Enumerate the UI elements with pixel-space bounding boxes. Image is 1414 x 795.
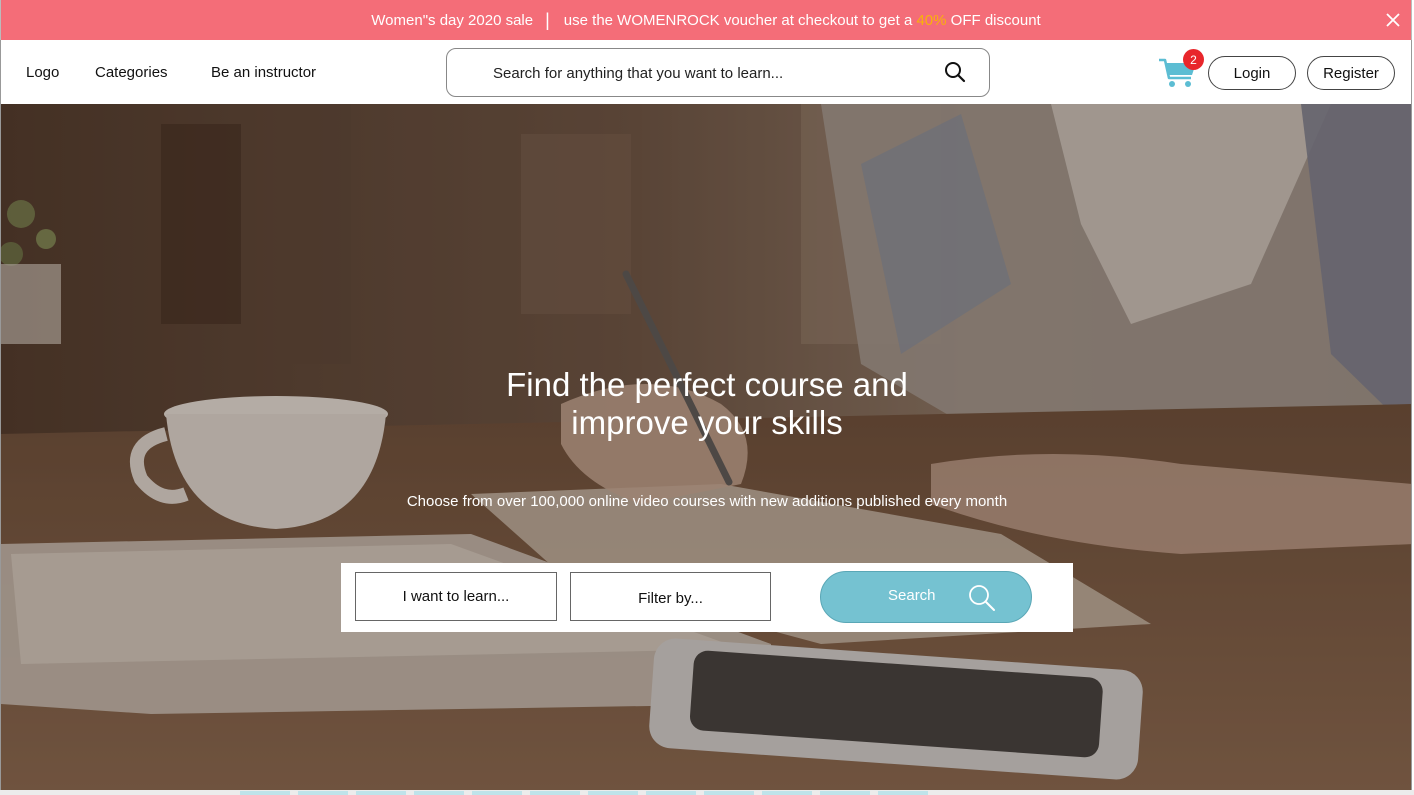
close-icon[interactable] (1385, 12, 1401, 28)
promo-banner: Women"s day 2020 sale | use the WOMENROC… (0, 0, 1412, 40)
hero-title-line1: Find the perfect course and (506, 366, 908, 403)
hero-background-image (1, 104, 1411, 790)
promo-discount-highlight: 40% (916, 11, 947, 29)
hero-section: Find the perfect course and improve your… (0, 104, 1412, 790)
hero-title: Find the perfect course and improve your… (407, 366, 1007, 442)
hero-search-label: Search (888, 587, 936, 604)
hero-search-panel: I want to learn... Filter by... Search (341, 563, 1073, 632)
search-icon[interactable] (944, 61, 966, 83)
categories-link[interactable]: Categories (95, 64, 168, 81)
hero-title-line2: improve your skills (571, 404, 843, 441)
promo-message-start: use the WOMENROCK voucher at checkout to… (563, 11, 913, 29)
login-button[interactable]: Login (1208, 56, 1296, 90)
hero-subtitle: Choose from over 100,000 online video co… (406, 493, 1008, 510)
promo-message-end: OFF discount (950, 11, 1041, 29)
header-search-box (446, 48, 990, 97)
bottom-edge-strip (0, 790, 1414, 795)
top-nav: Logo Categories Be an instructor 2 Login… (0, 40, 1412, 104)
logo-link[interactable]: Logo (26, 64, 59, 81)
cart-count-badge: 2 (1183, 49, 1204, 70)
search-icon (969, 585, 995, 611)
learn-input[interactable]: I want to learn... (355, 572, 557, 621)
header-search-input[interactable] (493, 62, 913, 84)
promo-message: use the WOMENROCK voucher at checkout to… (564, 12, 1041, 29)
filter-select[interactable]: Filter by... (570, 572, 771, 621)
instructor-link[interactable]: Be an instructor (211, 64, 316, 81)
register-button[interactable]: Register (1307, 56, 1395, 90)
promo-separator: | (545, 9, 550, 30)
hero-search-button[interactable]: Search (820, 571, 1032, 623)
promo-sale-text: Women"s day 2020 sale (371, 11, 534, 29)
